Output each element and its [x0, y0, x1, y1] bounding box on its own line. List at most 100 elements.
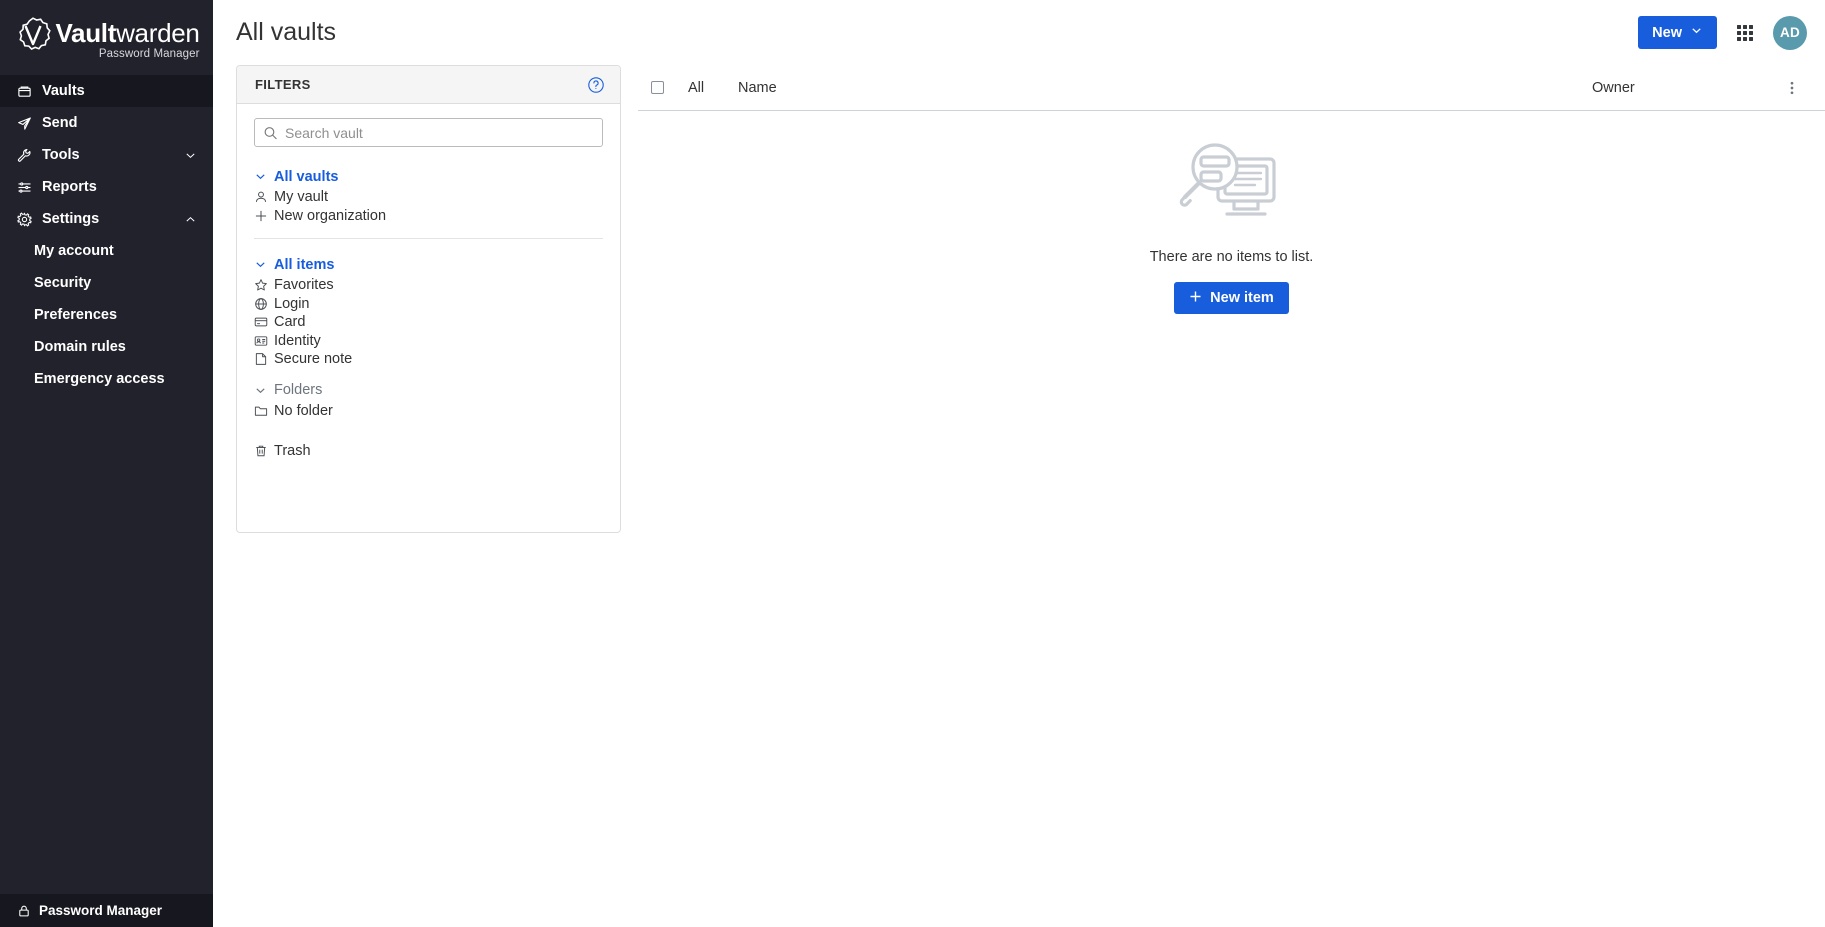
product-switcher-label: Password Manager [39, 903, 163, 918]
filter-secure-note-label: Secure note [274, 351, 353, 368]
sidebar-item-send[interactable]: Send [0, 107, 213, 139]
top-header: All vaults New AD [213, 0, 1825, 65]
filter-favorites-label: Favorites [274, 277, 334, 294]
column-header-name: Name [738, 79, 777, 96]
chevron-up-icon [183, 212, 197, 226]
reports-icon [16, 179, 33, 196]
note-icon [254, 352, 274, 366]
column-header-owner: Owner [1592, 79, 1635, 96]
kebab-menu-icon[interactable] [1772, 80, 1812, 96]
sidebar-item-emergency-access[interactable]: Emergency access [0, 363, 213, 395]
select-all-checkbox-cell [638, 81, 688, 94]
filter-secure-note[interactable]: Secure note [254, 350, 603, 369]
filter-group-vaults: All vaults My vault New organization [254, 165, 603, 225]
filter-identity-label: Identity [274, 332, 321, 349]
app-logo: Vaultwarden Password Manager [0, 0, 213, 75]
plus-icon [254, 209, 274, 223]
help-circle-icon[interactable] [587, 76, 605, 94]
user-icon [254, 190, 274, 204]
filters-title: FILTERS [255, 77, 311, 92]
sidebar-item-security[interactable]: Security [0, 267, 213, 299]
sidebar: Vaultwarden Password Manager Vaults Send… [0, 0, 213, 927]
sidebar-nav: Vaults Send Tools Reports Settings My ac… [0, 75, 213, 894]
sidebar-subitem-label: Preferences [34, 307, 118, 323]
sidebar-item-my-account[interactable]: My account [0, 235, 213, 267]
logo-subtitle: Password Manager [98, 48, 200, 60]
filter-login-label: Login [274, 295, 310, 312]
vault-items-area: All Name Owner There are no items to lis… [621, 65, 1825, 927]
sidebar-item-vaults[interactable]: Vaults [0, 75, 213, 107]
new-item-button-label: New item [1210, 290, 1274, 306]
sidebar-item-label: Vaults [42, 83, 85, 99]
filter-all-vaults[interactable]: All vaults [254, 165, 603, 188]
filter-group-trash: Trash [254, 442, 603, 461]
filter-card[interactable]: Card [254, 313, 603, 332]
logo-name-bold: ault [71, 18, 117, 48]
credit-card-icon [254, 315, 274, 329]
vaultwarden-shield-icon [13, 15, 53, 55]
folder-icon [254, 404, 274, 418]
filter-trash[interactable]: Trash [254, 442, 603, 461]
filter-login[interactable]: Login [254, 295, 603, 314]
sidebar-item-preferences[interactable]: Preferences [0, 299, 213, 331]
grid-apps-icon[interactable] [1733, 21, 1757, 45]
plus-icon [1189, 290, 1202, 307]
wrench-icon [16, 147, 33, 164]
filter-no-folder-label: No folder [274, 402, 333, 419]
chevron-down-icon [254, 170, 274, 183]
new-item-button[interactable]: New item [1174, 282, 1289, 314]
sidebar-subitem-label: Emergency access [34, 371, 165, 387]
filter-folders[interactable]: Folders [254, 379, 603, 402]
send-icon [16, 115, 33, 132]
search-vault-wrapper [254, 118, 603, 147]
avatar-initials: AD [1779, 25, 1801, 40]
main-area: All vaults New AD FILTERS Search vault A… [213, 0, 1825, 927]
divider [254, 238, 603, 239]
filter-my-vault[interactable]: My vault [254, 188, 603, 207]
sidebar-item-label: Send [42, 115, 78, 131]
sidebar-item-label: Reports [42, 179, 97, 195]
id-card-icon [254, 334, 274, 348]
chevron-down-icon [183, 148, 197, 162]
filter-all-items-label: All items [274, 256, 335, 273]
logo-initial: V [55, 18, 72, 48]
new-button[interactable]: New [1638, 16, 1717, 49]
filter-new-organization[interactable]: New organization [254, 207, 603, 226]
chevron-down-icon [1690, 24, 1703, 41]
header-actions: New AD [1638, 15, 1807, 50]
product-switcher-password-manager[interactable]: Password Manager [0, 894, 213, 927]
sidebar-item-reports[interactable]: Reports [0, 171, 213, 203]
sidebar-item-domain-rules[interactable]: Domain rules [0, 331, 213, 363]
table-header-row: All Name Owner [638, 65, 1825, 111]
chevron-down-icon [254, 384, 274, 397]
filter-trash-label: Trash [274, 443, 311, 460]
avatar[interactable]: AD [1773, 15, 1807, 50]
vault-icon [16, 83, 33, 100]
globe-icon [254, 297, 274, 311]
lock-icon [16, 903, 31, 918]
sidebar-item-settings[interactable]: Settings [0, 203, 213, 235]
filters-panel: FILTERS Search vault All vaults My vault… [236, 65, 621, 533]
filter-no-folder[interactable]: No folder [254, 402, 603, 421]
filter-all-vaults-label: All vaults [274, 168, 339, 185]
empty-state-message: There are no items to list. [1149, 249, 1314, 265]
filter-new-organization-label: New organization [274, 207, 387, 224]
filter-card-label: Card [274, 314, 306, 331]
star-icon [254, 278, 274, 292]
logo-name-light: warden [116, 18, 200, 48]
filter-group-folders: Folders No folder [254, 379, 603, 421]
sidebar-item-label: Tools [42, 147, 80, 163]
sidebar-subitem-label: My account [34, 243, 114, 259]
gear-icon [16, 211, 33, 228]
sidebar-item-tools[interactable]: Tools [0, 139, 213, 171]
search-input[interactable] [254, 118, 603, 147]
filter-identity[interactable]: Identity [254, 332, 603, 351]
select-all-checkbox[interactable] [651, 81, 664, 94]
sidebar-item-label: Settings [42, 211, 100, 227]
column-header-all: All [688, 79, 705, 96]
filter-all-items[interactable]: All items [254, 253, 603, 276]
filters-header: FILTERS [237, 66, 620, 104]
filter-favorites[interactable]: Favorites [254, 276, 603, 295]
sidebar-subitem-label: Domain rules [34, 339, 126, 355]
content-area: FILTERS Search vault All vaults My vault… [213, 65, 1825, 927]
